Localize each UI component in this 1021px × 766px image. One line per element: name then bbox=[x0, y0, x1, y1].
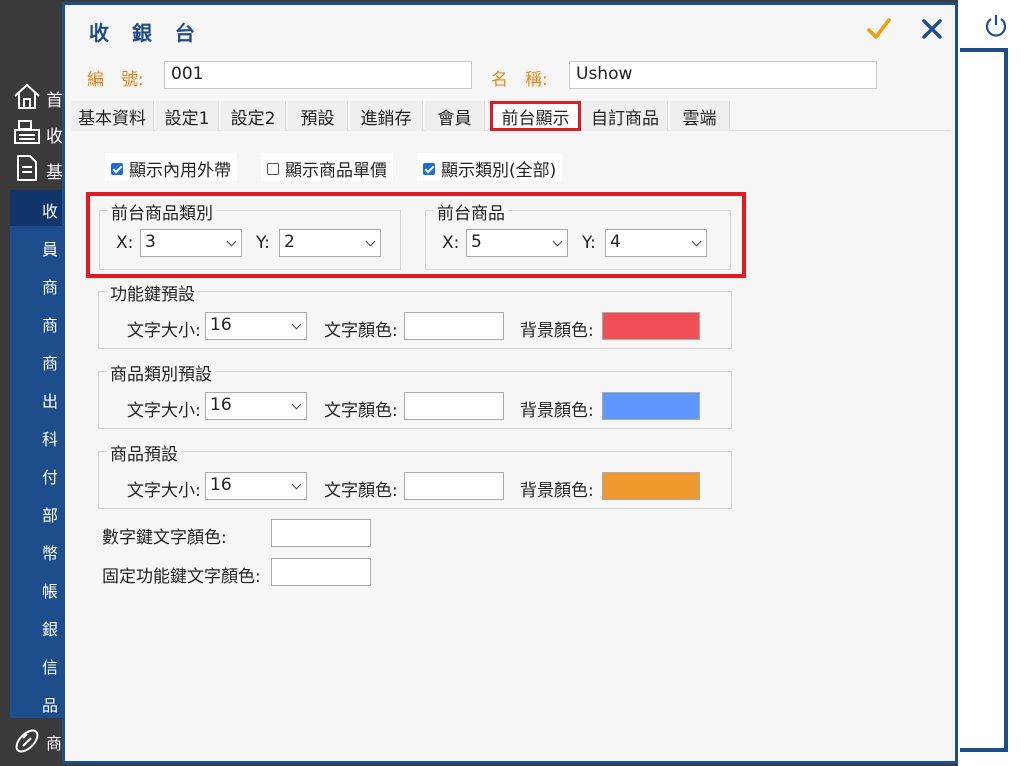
right-panel-frame bbox=[960, 48, 1008, 752]
product-text-color-swatch[interactable] bbox=[404, 472, 504, 500]
app-sidebar: 首 收 基 收員商商商出科付部幣帳銀信品 商 bbox=[0, 0, 70, 766]
text-size-label: 文字大小: bbox=[127, 481, 201, 501]
bg-color-label: 背景顏色: bbox=[520, 401, 594, 421]
highlight-box bbox=[86, 192, 746, 278]
checkbox-show-category-all[interactable]: 顯示類別(全部) bbox=[417, 153, 563, 181]
tab-cloud[interactable]: 雲端 bbox=[670, 101, 730, 131]
cash-register-icon bbox=[14, 120, 40, 144]
close-icon[interactable] bbox=[918, 15, 946, 43]
checkbox-label: 顯示內用外帶 bbox=[129, 161, 231, 181]
numpad-text-color-label: 數字鍵文字顏色: bbox=[102, 528, 227, 548]
checkbox-unchecked-icon bbox=[267, 163, 279, 175]
fixed-fn-key-text-color-swatch[interactable] bbox=[271, 558, 371, 586]
tab-presets[interactable]: 預設 bbox=[288, 101, 348, 131]
category-text-color-swatch[interactable] bbox=[404, 392, 504, 420]
code-input[interactable]: 001 bbox=[164, 61, 472, 89]
select-value: 16 bbox=[210, 315, 232, 335]
right-panel bbox=[958, 0, 1021, 766]
text-size-label: 文字大小: bbox=[127, 321, 201, 341]
checkbox-label: 顯示類別(全部) bbox=[441, 161, 557, 181]
checkbox-label: 顯示商品單價 bbox=[285, 161, 387, 181]
home-icon bbox=[14, 83, 40, 109]
nav-item-label: 商 bbox=[46, 734, 63, 753]
checkbox-show-dine-in-takeout[interactable]: 顯示內用外帶 bbox=[105, 153, 237, 181]
confirm-check-icon[interactable] bbox=[865, 15, 893, 43]
function-key-bg-color-swatch[interactable] bbox=[602, 312, 700, 340]
category-size-select[interactable]: 16 bbox=[205, 392, 307, 420]
tab-settings-2[interactable]: 設定2 bbox=[221, 101, 286, 131]
nav-item-label: 首 bbox=[46, 91, 63, 111]
bg-color-label: 背景顏色: bbox=[520, 481, 594, 501]
category-bg-color-swatch[interactable] bbox=[602, 392, 700, 420]
tab-inventory[interactable]: 進銷存 bbox=[350, 101, 423, 131]
dialog-title: 收 銀 台 bbox=[89, 21, 203, 45]
numpad-text-color-swatch[interactable] bbox=[271, 519, 371, 547]
name-label: 名 稱: bbox=[491, 70, 548, 90]
text-color-label: 文字顏色: bbox=[324, 481, 398, 501]
text-color-label: 文字顏色: bbox=[324, 321, 398, 341]
function-key-size-select[interactable]: 16 bbox=[205, 312, 307, 340]
tab-bar: 基本資料 設定1 設定2 預設 進銷存 會員 前台顯示 自訂商品 雲端 bbox=[71, 101, 951, 131]
checkbox-show-product-price[interactable]: 顯示商品單價 bbox=[261, 153, 393, 181]
tab-front-display[interactable]: 前台顯示 bbox=[490, 101, 581, 131]
cashier-settings-dialog: 收 銀 台 編 號: 001 名 稱: Ushow 基本資料 設定1 設定2 預… bbox=[62, 2, 958, 764]
text-color-label: 文字顏色: bbox=[324, 401, 398, 421]
group-title: 商品類別預設 bbox=[107, 360, 215, 385]
group-title: 功能鍵預設 bbox=[107, 280, 198, 305]
function-key-text-color-swatch[interactable] bbox=[404, 312, 504, 340]
name-input[interactable]: Ushow bbox=[569, 61, 877, 89]
bg-color-label: 背景顏色: bbox=[520, 321, 594, 341]
text-size-label: 文字大小: bbox=[127, 401, 201, 421]
product-size-select[interactable]: 16 bbox=[205, 472, 307, 500]
tab-members[interactable]: 會員 bbox=[425, 101, 485, 131]
code-label: 編 號: bbox=[87, 70, 144, 90]
tab-basic-info[interactable]: 基本資料 bbox=[71, 101, 154, 131]
power-icon[interactable] bbox=[982, 12, 1010, 40]
select-value: 16 bbox=[210, 475, 232, 495]
chevron-down-icon bbox=[291, 479, 302, 490]
checkbox-checked-icon bbox=[111, 163, 123, 175]
document-icon bbox=[17, 155, 37, 181]
group-function-key-preset: 功能鍵預設 文字大小: 16 文字顏色: 背景顏色: bbox=[98, 280, 732, 349]
fixed-fn-key-text-color-label: 固定功能鍵文字顏色: bbox=[102, 567, 261, 587]
tab-custom-products[interactable]: 自訂商品 bbox=[583, 101, 668, 131]
nav-item-label: 收 bbox=[46, 127, 63, 147]
checkbox-checked-icon bbox=[423, 163, 435, 175]
nav-item-label: 基 bbox=[46, 163, 63, 183]
group-product-preset: 商品預設 文字大小: 16 文字顏色: 背景顏色: bbox=[98, 440, 732, 509]
group-category-preset: 商品類別預設 文字大小: 16 文字顏色: 背景顏色: bbox=[98, 360, 732, 429]
chevron-down-icon bbox=[291, 319, 302, 330]
product-bg-color-swatch[interactable] bbox=[602, 472, 700, 500]
select-value: 16 bbox=[210, 395, 232, 415]
bread-icon bbox=[15, 729, 39, 753]
chevron-down-icon bbox=[291, 399, 302, 410]
submenu-list: 收員商商商出科付部幣帳銀信品 bbox=[10, 190, 70, 718]
group-title: 商品預設 bbox=[107, 440, 181, 465]
tab-settings-1[interactable]: 設定1 bbox=[156, 101, 219, 131]
